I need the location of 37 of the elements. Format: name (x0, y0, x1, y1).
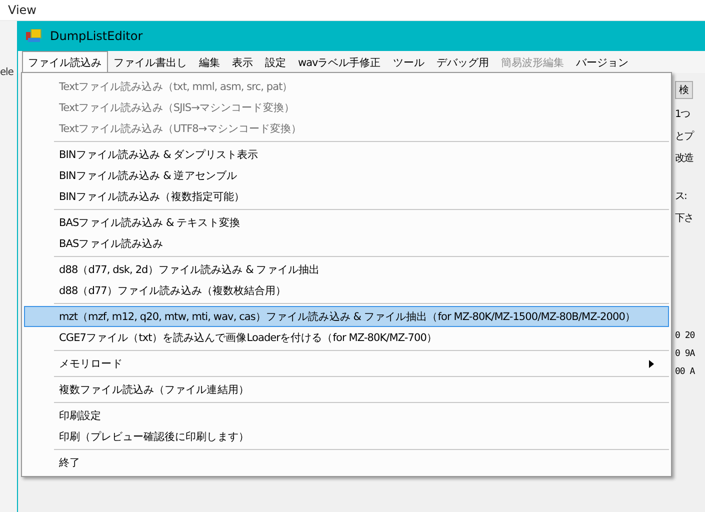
menu-entry[interactable]: BINファイル読み込み（複数指定可能） (24, 186, 669, 207)
label-text: 改造 (675, 152, 693, 165)
dump-line: 00 A (675, 367, 695, 377)
menu-item[interactable]: 編集 (193, 51, 226, 73)
label-text: とプ (675, 130, 693, 143)
dump-line: 0 9A (675, 349, 695, 359)
menu-entry[interactable]: mzt（mzf, m12, q20, mtw, mti, wav, cas）ファイル読み込み & ファイル抽出（for MZ-80K/MZ-1500/MZ-80B/MZ-2000） (24, 306, 669, 327)
menu-item[interactable]: ファイル書出し (108, 51, 193, 73)
menu-item[interactable]: ファイル読込み (22, 51, 108, 73)
submenu-arrow-icon (649, 360, 654, 368)
menu-entry[interactable]: 印刷（プレビュー確認後に印刷します） (24, 426, 669, 447)
app-icon (26, 29, 42, 43)
window-title: DumpListEditor (50, 29, 143, 43)
menu-entry[interactable]: BASファイル読み込み & テキスト変換 (24, 212, 669, 233)
menu-entry[interactable]: BINファイル読み込み & ダンプリスト表示 (24, 144, 669, 165)
side-label: ele (0, 67, 14, 78)
menu-entry[interactable]: d88（d77, dsk, 2d）ファイル読み込み & ファイル抽出 (24, 259, 669, 280)
menu-entry[interactable]: メモリロード (24, 353, 669, 374)
dump-line: 0 20 (675, 331, 695, 341)
menu-label[interactable]: View (8, 3, 36, 17)
menu-item[interactable]: 設定 (259, 51, 292, 73)
menu-item[interactable]: デバッグ用 (430, 51, 495, 73)
menu-entry[interactable]: BASファイル読み込み (24, 233, 669, 254)
menu-entry[interactable]: 複数ファイル読込み（ファイル連結用） (24, 379, 669, 400)
search-button[interactable]: 検 (675, 81, 693, 99)
menu-item[interactable]: バージョン (570, 51, 634, 73)
address-label: ス: (675, 190, 686, 203)
menu-entry[interactable]: BINファイル読み込み & 逆アセンブル (24, 165, 669, 186)
menu-entry[interactable]: 印刷設定 (24, 405, 669, 426)
menu-item[interactable]: 表示 (226, 51, 259, 73)
menu-entry[interactable]: d88（d77）ファイル読み込み（複数枚結合用） (24, 280, 669, 301)
label-text: 1つ (675, 108, 690, 121)
menu-item[interactable]: wavラベル手修正 (292, 51, 387, 73)
hint-text: 下さ (675, 212, 693, 225)
menu-entry[interactable]: 終了 (24, 452, 669, 473)
menu-item[interactable]: ツール (386, 51, 430, 73)
menu-entry[interactable]: CGE7ファイル（txt）を読み込んで画像Loaderを付ける（for MZ-80K/MZ-700） (24, 327, 669, 348)
